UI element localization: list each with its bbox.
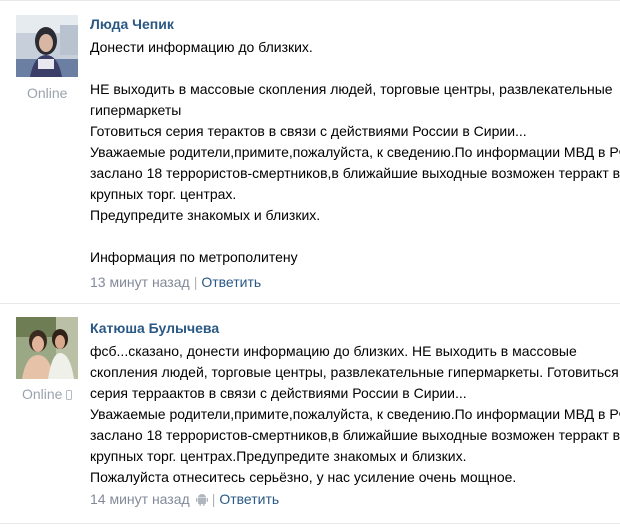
comment-text: фсб...сказано, донести информацию до бли… [90, 341, 620, 488]
comment-meta: 14 минут назад | Ответить [90, 490, 279, 508]
text-line: Информация по метрополитену [90, 249, 298, 265]
author-name[interactable]: Люда Чепик [90, 15, 174, 33]
text-line: крупных торг. центрах. [90, 186, 237, 202]
comment-post: Online Люда Чепик Донести информацию до … [0, 2, 620, 303]
reply-link[interactable]: Ответить [219, 491, 279, 507]
avatar[interactable] [16, 317, 78, 379]
online-status: Online [27, 85, 68, 101]
text-line: Уважаемые родители,примите,пожалуйста, к… [90, 144, 620, 160]
post-divider [0, 523, 620, 524]
author-name[interactable]: Катюша Булычева [90, 319, 219, 337]
text-line [90, 58, 610, 79]
post-divider [0, 303, 620, 304]
text-line: Готовиться серия терактов в связи с дейс… [90, 123, 527, 139]
online-status: Online [22, 385, 73, 403]
text-line: серия терраактов в связи с действиями Ро… [90, 385, 467, 401]
online-label: Online [22, 386, 63, 402]
text-line: крупных торг. центрах.Предупредите знако… [90, 448, 467, 464]
text-line: фсб...сказано, донести информацию до бли… [90, 343, 577, 359]
text-line: Пожалуйста отнеситесь серьёзно, у нас ус… [90, 469, 517, 485]
text-line: Донести информацию до близких. [90, 39, 313, 55]
comment-meta: 13 минут назад | Ответить [90, 273, 261, 291]
timestamp[interactable]: 13 минут назад [90, 274, 190, 290]
mobile-phone-icon [66, 390, 73, 400]
text-line: гипермаркеты [90, 102, 182, 118]
text-line [90, 226, 610, 247]
android-icon [195, 494, 208, 506]
text-line: заслано 18 террористов-смертников,в ближ… [90, 165, 620, 181]
text-line: заслано 18 террористов-смертников,в ближ… [90, 427, 620, 443]
text-line: НЕ выходить в массовые скопления людей, … [90, 81, 613, 97]
reply-link[interactable]: Ответить [201, 274, 261, 290]
text-line: Предупредите знакомых и близких. [90, 207, 321, 223]
timestamp[interactable]: 14 минут назад [90, 491, 190, 507]
comment-text: Донести информацию до близких. НЕ выходи… [90, 37, 620, 268]
comment-post: Online Катюша Булычева фсб...сказано, до… [0, 305, 620, 523]
meta-separator: | [193, 274, 198, 290]
text-line: Уважаемые родители,примите,пожалуйста, к… [90, 406, 620, 422]
text-line: скопления людей, торговые центры, развле… [90, 364, 619, 380]
meta-separator: | [211, 491, 216, 507]
avatar[interactable] [16, 15, 78, 77]
top-divider [0, 0, 620, 1]
